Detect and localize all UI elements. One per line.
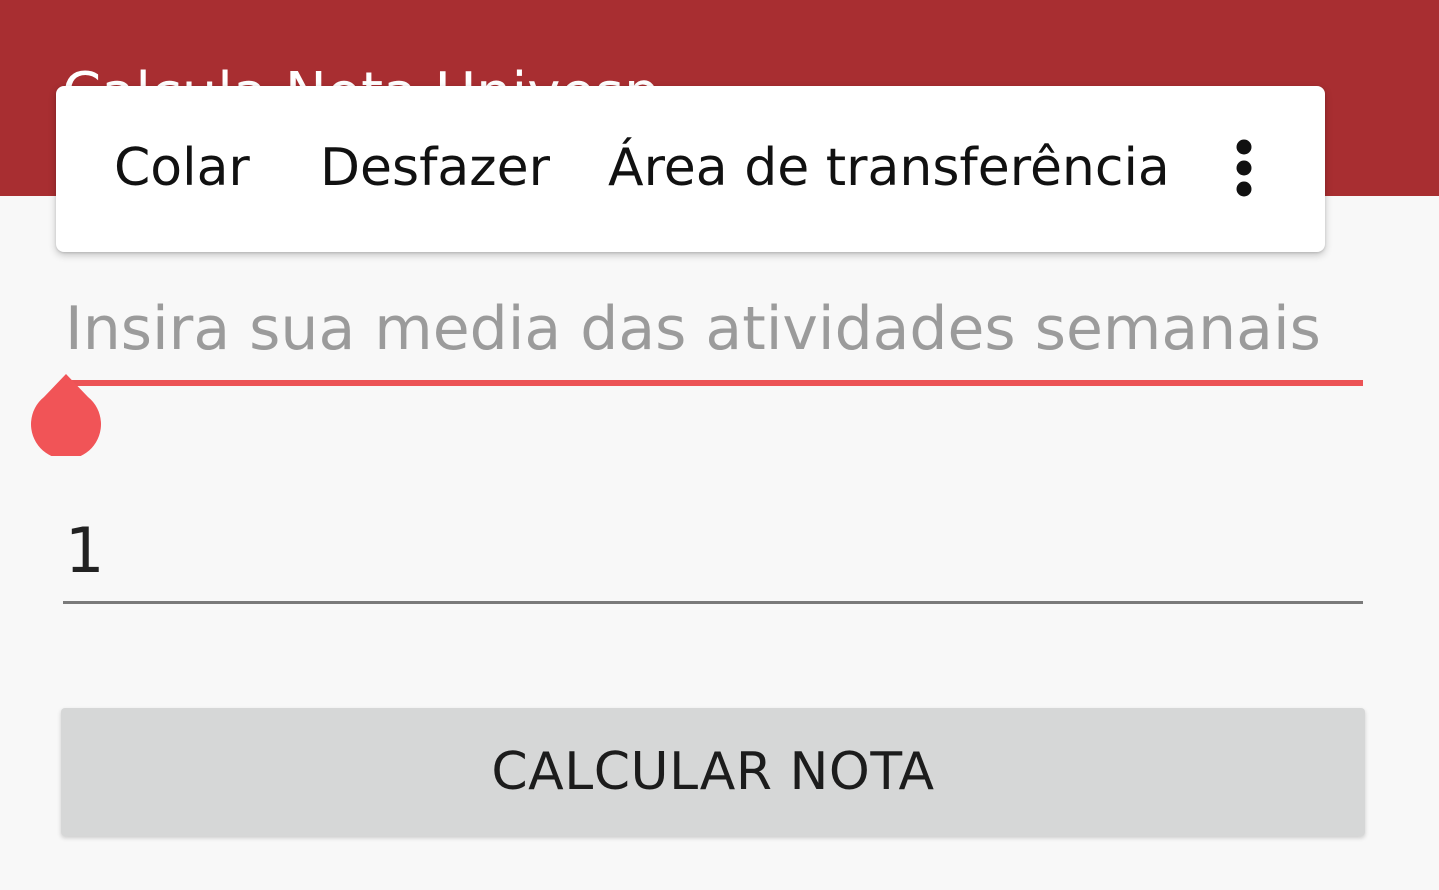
media-input-underline bbox=[63, 380, 1363, 386]
second-input-value: 1 bbox=[65, 514, 105, 587]
text-selection-menu: Colar Desfazer Área de transferência bbox=[56, 86, 1325, 252]
screen: Calcula Nota Univesp Colar Desfazer Área… bbox=[0, 0, 1439, 890]
media-input-placeholder: Insira sua media das atividades semanais bbox=[65, 294, 1321, 364]
text-cursor-handle-icon[interactable] bbox=[30, 374, 101, 460]
media-input[interactable]: Insira sua media das atividades semanais bbox=[63, 284, 1363, 388]
second-input[interactable]: 1 bbox=[63, 508, 1363, 606]
menu-item-clipboard[interactable]: Área de transferência bbox=[608, 136, 1170, 200]
calculate-button[interactable]: CALCULAR NOTA bbox=[61, 708, 1365, 836]
menu-item-paste[interactable]: Colar bbox=[114, 136, 250, 200]
more-vert-icon[interactable] bbox=[1220, 136, 1268, 202]
second-input-underline bbox=[63, 601, 1363, 604]
menu-item-undo[interactable]: Desfazer bbox=[320, 136, 550, 200]
